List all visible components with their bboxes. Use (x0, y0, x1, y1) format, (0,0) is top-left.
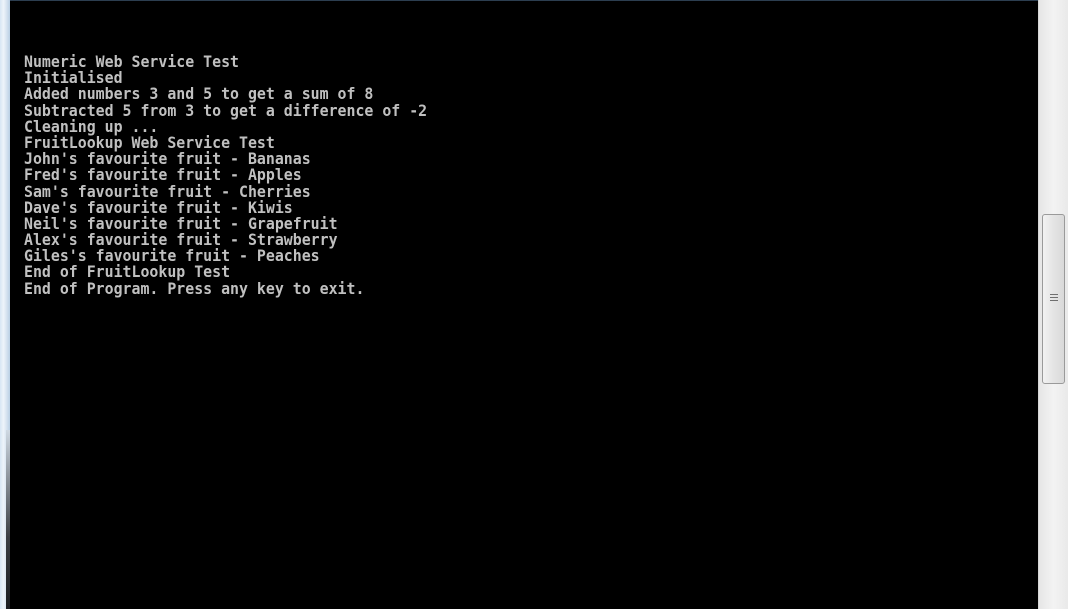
scrollbar-thumb[interactable] (1042, 214, 1065, 384)
console-output-text: Numeric Web Service Test Initialised Added… (24, 53, 457, 298)
window-left-border (0, 0, 10, 609)
console-line: End of Program. Press any key to exit. (24, 278, 365, 298)
vertical-scrollbar[interactable] (1038, 0, 1068, 609)
console-output-area[interactable]: Numeric Web Service Test Initialised Added… (10, 11, 1038, 609)
grip-lines-icon (1050, 294, 1058, 303)
console-window: Numeric Web Service Test Initialised Added… (0, 0, 1068, 609)
console-top-edge (10, 0, 1038, 11)
